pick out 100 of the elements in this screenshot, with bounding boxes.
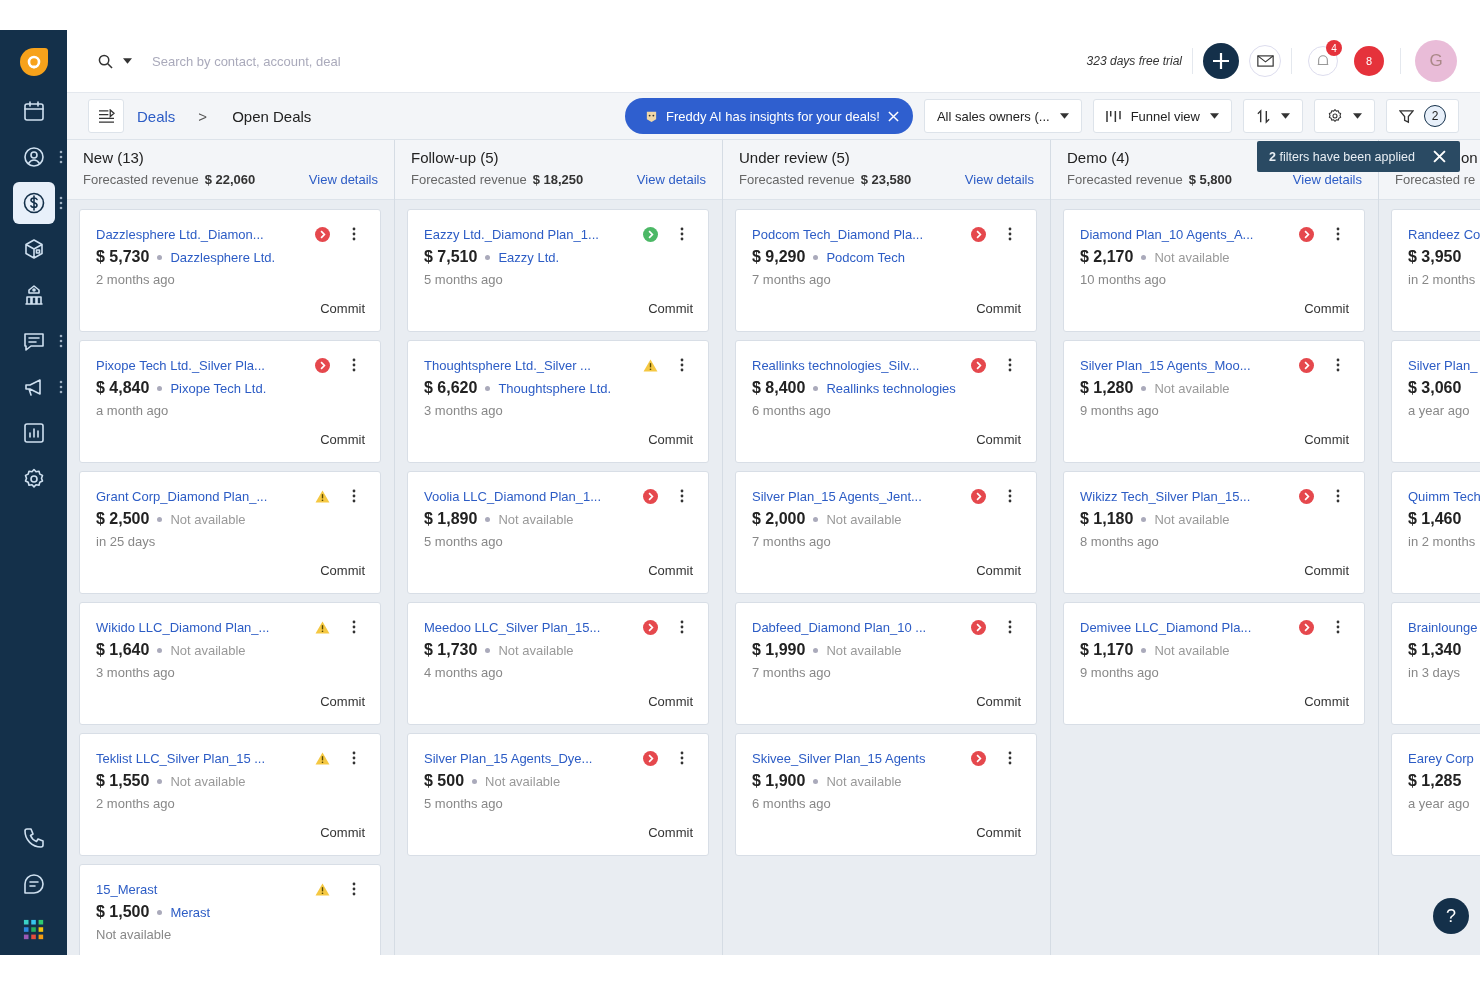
deal-card[interactable]: Diamond Plan_10 Agents_A... $ 2,170 Not available 10 months ago Commit: [1063, 209, 1365, 332]
deal-title[interactable]: Earey Corp: [1408, 750, 1480, 766]
more-icon[interactable]: [59, 380, 63, 394]
more-icon[interactable]: [59, 150, 63, 164]
deal-card[interactable]: Dazzlesphere Ltd._Diamon... $ 5,730 Dazzlesphere Ltd. 2 months ago Commit: [79, 209, 381, 332]
deal-card[interactable]: Randeez Co $ 3,950 in 2 months: [1391, 209, 1480, 332]
deal-title[interactable]: Silver Plan_15 Agents_Jent...: [752, 488, 971, 504]
deal-title[interactable]: Teklist LLC_Silver Plan_15 ...: [96, 750, 315, 766]
deal-card[interactable]: Pixope Tech Ltd._Silver Pla... $ 4,840 Pixope Tech Ltd. a month ago Commit: [79, 340, 381, 463]
sort-dropdown[interactable]: [1243, 99, 1303, 133]
search-icon[interactable]: [98, 53, 113, 69]
deal-title[interactable]: Skivee_Silver Plan_15 Agents: [752, 750, 971, 766]
ai-insights-banner[interactable]: Freddy AI has insights for your deals!: [625, 98, 913, 134]
more-icon[interactable]: [1008, 227, 1012, 241]
more-icon[interactable]: [680, 227, 684, 241]
view-details-link[interactable]: View details: [636, 172, 706, 187]
more-icon[interactable]: [1336, 358, 1340, 372]
more-icon[interactable]: [1336, 620, 1340, 634]
deal-title[interactable]: Brainlounge: [1408, 619, 1480, 635]
more-icon[interactable]: [352, 227, 356, 241]
breadcrumb-link[interactable]: Deals: [137, 107, 176, 125]
more-icon[interactable]: [1008, 620, 1012, 634]
deal-card[interactable]: Thoughtsphere Ltd._Silver ... $ 6,620 Thoughtsphere Ltd. 3 months ago Commit: [407, 340, 709, 463]
deal-card[interactable]: Silver Plan_15 Agents_Moo... $ 1,280 Not available 9 months ago Commit: [1063, 340, 1365, 463]
view-details-link[interactable]: View details: [964, 172, 1034, 187]
settings-dropdown[interactable]: [1314, 99, 1375, 133]
account-link[interactable]: Podcom Tech: [826, 249, 905, 265]
deal-title[interactable]: Podcom Tech_Diamond Pla...: [752, 226, 971, 242]
logo-icon[interactable]: [18, 47, 49, 77]
more-icon[interactable]: [352, 751, 356, 765]
deal-title[interactable]: Randeez Co: [1408, 226, 1480, 242]
more-icon[interactable]: [1008, 751, 1012, 765]
filter-button[interactable]: 2: [1386, 99, 1459, 133]
deal-card[interactable]: Reallinks technologies_Silv... $ 8,400 Reallinks technologies 6 months ago Commit: [735, 340, 1037, 463]
more-icon[interactable]: [352, 882, 356, 896]
view-dropdown[interactable]: Funnel view: [1092, 99, 1232, 133]
notifications-button[interactable]: [1308, 46, 1338, 76]
account-link[interactable]: Merast: [170, 904, 211, 920]
more-icon[interactable]: [1336, 489, 1340, 503]
account-link[interactable]: Thoughtsphere Ltd.: [498, 380, 612, 396]
more-icon[interactable]: [680, 751, 684, 765]
caret-icon[interactable]: [123, 58, 132, 64]
deal-card[interactable]: Voolia LLC_Diamond Plan_1... $ 1,890 Not available 5 months ago Commit: [407, 471, 709, 594]
view-details-link[interactable]: View details: [308, 172, 378, 187]
deal-title[interactable]: 15_Merast: [96, 881, 315, 897]
deal-title[interactable]: Meedoo LLC_Silver Plan_15...: [424, 619, 643, 635]
deal-card[interactable]: Dabfeed_Diamond Plan_10 ... $ 1,990 Not available 7 months ago Commit: [735, 602, 1037, 725]
nav-item[interactable]: [12, 182, 55, 224]
deal-card[interactable]: Earey Corp $ 1,285 a year ago: [1391, 733, 1480, 856]
more-icon[interactable]: [1336, 227, 1340, 241]
more-icon[interactable]: [352, 358, 356, 372]
deal-card[interactable]: Skivee_Silver Plan_15 Agents $ 1,900 Not available 6 months ago Commit: [735, 733, 1037, 856]
deal-card[interactable]: Brainlounge $ 1,340 in 3 days: [1391, 602, 1480, 725]
account-link[interactable]: Pixope Tech Ltd.: [170, 380, 267, 396]
deal-title[interactable]: Demivee LLC_Diamond Pla...: [1080, 619, 1299, 635]
deal-title[interactable]: Quimm Tech: [1408, 488, 1480, 504]
more-icon[interactable]: [352, 620, 356, 634]
deal-card[interactable]: Quimm Tech $ 1,460 in 2 months: [1391, 471, 1480, 594]
more-icon[interactable]: [1008, 358, 1012, 372]
deal-card[interactable]: Eazzy Ltd._Diamond Plan_1... $ 7,510 Eazzy Ltd. 5 months ago Commit: [407, 209, 709, 332]
deal-title[interactable]: Silver Plan_15 Agents_Moo...: [1080, 357, 1299, 373]
deal-title[interactable]: Diamond Plan_10 Agents_A...: [1080, 226, 1299, 242]
more-icon[interactable]: [352, 489, 356, 503]
owner-dropdown[interactable]: All sales owners (...: [923, 99, 1082, 133]
deal-card[interactable]: Teklist LLC_Silver Plan_15 ... $ 1,550 Not available 2 months ago Commit: [79, 733, 381, 856]
more-icon[interactable]: [680, 620, 684, 634]
account-link[interactable]: Eazzy Ltd.: [498, 249, 560, 265]
deal-title[interactable]: Dazzlesphere Ltd._Diamon...: [96, 226, 315, 242]
more-icon[interactable]: [59, 334, 63, 348]
more-icon[interactable]: [680, 358, 684, 372]
deal-card[interactable]: Silver Plan_ $ 3,060 a year ago: [1391, 340, 1480, 463]
deal-card[interactable]: Demivee LLC_Diamond Pla... $ 1,170 Not available 9 months ago Commit: [1063, 602, 1365, 725]
deal-card[interactable]: Meedoo LLC_Silver Plan_15... $ 1,730 Not available 4 months ago Commit: [407, 602, 709, 725]
deal-card[interactable]: Wikido LLC_Diamond Plan_... $ 1,640 Not available 3 months ago Commit: [79, 602, 381, 725]
deal-card[interactable]: 15_Merast $ 1,500 Merast Not available: [79, 864, 381, 955]
more-icon[interactable]: [680, 489, 684, 503]
deal-title[interactable]: Thoughtsphere Ltd._Silver ...: [424, 357, 643, 373]
deal-card[interactable]: Silver Plan_15 Agents_Dye... $ 500 Not available 5 months ago Commit: [407, 733, 709, 856]
deal-card[interactable]: Podcom Tech_Diamond Pla... $ 9,290 Podcom Tech 7 months ago Commit: [735, 209, 1037, 332]
account-link[interactable]: Dazzlesphere Ltd.: [170, 249, 276, 265]
deal-title[interactable]: Wikizz Tech_Silver Plan_15...: [1080, 488, 1299, 504]
deal-title[interactable]: Wikido LLC_Diamond Plan_...: [96, 619, 315, 635]
deal-title[interactable]: Silver Plan_15 Agents_Dye...: [424, 750, 643, 766]
more-icon[interactable]: [1008, 489, 1012, 503]
deal-title[interactable]: Voolia LLC_Diamond Plan_1...: [424, 488, 643, 504]
close-icon[interactable]: [1433, 150, 1446, 163]
account-link[interactable]: Reallinks technologies: [826, 380, 956, 396]
deal-card[interactable]: Grant Corp_Diamond Plan_... $ 2,500 Not available in 25 days Commit: [79, 471, 381, 594]
deal-title[interactable]: Silver Plan_: [1408, 357, 1480, 373]
sidebar-toggle-button[interactable]: [88, 99, 124, 133]
deal-title[interactable]: Eazzy Ltd._Diamond Plan_1...: [424, 226, 643, 242]
mail-button[interactable]: [1249, 45, 1281, 77]
deal-title[interactable]: Dabfeed_Diamond Plan_10 ...: [752, 619, 971, 635]
view-details-link[interactable]: View details: [1292, 172, 1362, 187]
deal-title[interactable]: Reallinks technologies_Silv...: [752, 357, 971, 373]
deal-title[interactable]: Pixope Tech Ltd._Silver Pla...: [96, 357, 315, 373]
search-field[interactable]: Search by contact, account, deal: [150, 52, 1077, 70]
alert-badge[interactable]: 8: [1354, 46, 1384, 76]
close-icon[interactable]: [887, 110, 899, 122]
deal-card[interactable]: Silver Plan_15 Agents_Jent... $ 2,000 Not available 7 months ago Commit: [735, 471, 1037, 594]
